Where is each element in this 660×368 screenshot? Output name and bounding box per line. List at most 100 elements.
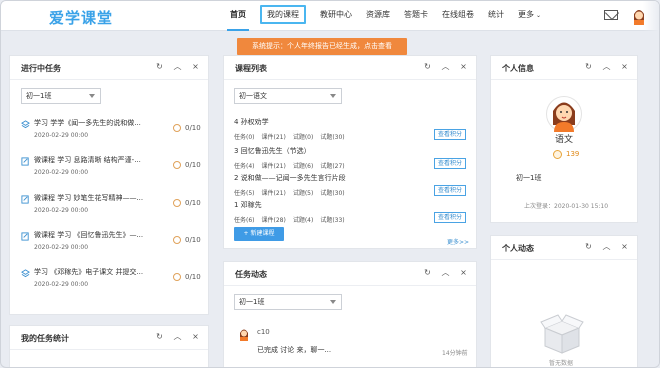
top-header: 爱学课堂 首页 我的课程 教研中心 资源库 答题卡 在线组卷 统计 更多 ⌄ bbox=[1, 1, 659, 31]
class-select[interactable]: 初一1班 bbox=[21, 88, 101, 104]
panel-controls: ↻ ︿ × bbox=[155, 332, 200, 342]
course-item[interactable]: 2 说和做——记闻一多先生言行片段 任务(5) 课件(21) 试题(5) 试题(30)… bbox=[234, 173, 466, 203]
task-date: 2020-02-29 00:00 bbox=[34, 207, 89, 214]
task-name: 学习 《邓稼先》电子课文 并提交... bbox=[34, 268, 144, 276]
stat-questions-2: 试题(33) bbox=[320, 217, 345, 224]
clock-icon bbox=[173, 124, 181, 132]
task-item[interactable]: 学习 学学《闻一多先生的说和做... 2020-02-29 00:00 0/10 bbox=[21, 117, 201, 145]
task-item[interactable]: 微课程 学习 妙笔生花写精神——... 2020-02-29 00:00 0/1… bbox=[21, 192, 201, 220]
stat-questions: 试题(6) bbox=[292, 163, 314, 170]
clock-icon bbox=[173, 236, 181, 244]
nav-item-resources[interactable]: 资源库 bbox=[359, 1, 397, 31]
refresh-icon[interactable]: ↻ bbox=[584, 242, 593, 252]
task-item[interactable]: 微课程 学习 《回忆鲁迅先生》—... 2020-02-29 00:00 0/1… bbox=[21, 229, 201, 257]
panel-header: 个人信息 ↻ ︿ × bbox=[491, 56, 637, 80]
panel-title: 任务动态 bbox=[235, 270, 267, 279]
view-points-button[interactable]: 查看积分 bbox=[434, 212, 466, 223]
close-icon[interactable]: × bbox=[620, 62, 629, 72]
dynamic-user-name: c10 bbox=[257, 328, 270, 336]
nav-item-more[interactable]: 更多 ⌄ bbox=[511, 1, 548, 31]
collapse-icon[interactable]: ︿ bbox=[441, 268, 450, 278]
refresh-icon[interactable]: ↻ bbox=[584, 62, 593, 72]
dynamics-class-select[interactable]: 初一1班 bbox=[234, 294, 342, 310]
task-date: 2020-02-29 00:00 bbox=[34, 244, 89, 251]
clock-icon bbox=[173, 161, 181, 169]
stat-tasks: 任务(0) bbox=[234, 134, 255, 141]
system-notice-banner[interactable]: 系统提示：个人年终报告已经生成，点击查看 bbox=[237, 38, 407, 55]
panel-title: 我的任务统计 bbox=[21, 334, 69, 343]
course-item[interactable]: 3 回忆鲁迅先生（节选） 任务(4) 课件(21) 试题(6) 试题(27) 查看积分 bbox=[234, 146, 466, 176]
course-name[interactable]: 2 说和做——记闻一多先生言行片段 bbox=[234, 173, 346, 183]
collapse-icon[interactable]: ︿ bbox=[602, 242, 611, 252]
collapse-icon[interactable]: ︿ bbox=[173, 332, 182, 342]
course-item[interactable]: 4 孙权劝学 任务(0) 课件(21) 试题(0) 试题(30) 查看积分 bbox=[234, 117, 466, 147]
stat-questions-2: 试题(30) bbox=[320, 190, 345, 197]
mail-icon[interactable] bbox=[604, 10, 618, 20]
profile-avatar[interactable] bbox=[546, 95, 582, 133]
collapse-icon[interactable]: ︿ bbox=[441, 62, 450, 72]
refresh-icon[interactable]: ↻ bbox=[423, 268, 432, 278]
new-course-button[interactable]: + 新建课程 bbox=[234, 227, 284, 241]
view-points-button[interactable]: 查看积分 bbox=[434, 185, 466, 196]
task-item[interactable]: 学习 《邓稼先》电子课文 并提交... 2020-02-29 00:00 0/1… bbox=[21, 266, 201, 294]
profile-points: 139 bbox=[566, 150, 580, 158]
dynamic-text[interactable]: 已完成 讨论 来，聊一... bbox=[257, 345, 331, 355]
course-item[interactable]: 1 邓稼先 任务(6) 课件(28) 试题(4) 试题(33) 查看积分 bbox=[234, 200, 466, 230]
task-date: 2020-02-29 00:00 bbox=[34, 281, 89, 288]
refresh-icon[interactable]: ↻ bbox=[155, 62, 164, 72]
panel-title: 个人信息 bbox=[502, 64, 534, 73]
panel-title: 个人动态 bbox=[502, 244, 534, 253]
task-date: 2020-02-29 00:00 bbox=[34, 132, 89, 139]
stat-tasks: 任务(5) bbox=[234, 190, 255, 197]
empty-state-text: 暂无数据 bbox=[549, 360, 574, 367]
task-count: 0/10 bbox=[185, 236, 201, 244]
nav-item-my-courses[interactable]: 我的课程 bbox=[253, 1, 313, 31]
chevron-down-icon bbox=[330, 94, 336, 98]
view-points-button[interactable]: 查看积分 bbox=[434, 158, 466, 169]
nav-item-home[interactable]: 首页 bbox=[223, 1, 253, 31]
stat-tasks: 任务(6) bbox=[234, 217, 255, 224]
panel-header: 进行中任务 ↻ ︿ × bbox=[10, 56, 208, 80]
main-nav: 首页 我的课程 教研中心 资源库 答题卡 在线组卷 统计 更多 ⌄ bbox=[223, 1, 548, 31]
panel-controls: ↻ ︿ × bbox=[584, 242, 629, 252]
nav-item-statistics[interactable]: 统计 bbox=[481, 1, 511, 31]
collapse-icon[interactable]: ︿ bbox=[173, 62, 182, 72]
collapse-icon[interactable]: ︿ bbox=[602, 62, 611, 72]
avatar bbox=[240, 329, 248, 341]
panel-header: 任务动态 ↻ ︿ × bbox=[224, 262, 476, 286]
task-name: 微课程 学习 息路清晰 结构严谨-... bbox=[34, 156, 141, 164]
refresh-icon[interactable]: ↻ bbox=[155, 332, 164, 342]
refresh-icon[interactable]: ↻ bbox=[423, 62, 432, 72]
close-icon[interactable]: × bbox=[191, 62, 200, 72]
close-icon[interactable]: × bbox=[620, 242, 629, 252]
panel-controls: ↻ ︿ × bbox=[423, 62, 468, 72]
task-name: 微课程 学习 《回忆鲁迅先生》—... bbox=[34, 231, 144, 239]
nav-item-answer-card[interactable]: 答题卡 bbox=[397, 1, 435, 31]
task-name: 学习 学学《闻一多先生的说和做... bbox=[34, 119, 141, 127]
close-icon[interactable]: × bbox=[459, 268, 468, 278]
course-subject-select[interactable]: 初一语文 bbox=[234, 88, 342, 104]
stat-courseware: 课件(21) bbox=[261, 163, 286, 170]
close-icon[interactable]: × bbox=[459, 62, 468, 72]
layers-icon bbox=[21, 269, 30, 278]
panel-header: 课程列表 ↻ ︿ × bbox=[224, 56, 476, 80]
class-select-value: 初一1班 bbox=[26, 92, 52, 100]
dynamics-class-value: 初一1班 bbox=[239, 298, 265, 306]
course-stats: 任务(0) 课件(21) 试题(0) 试题(30) bbox=[234, 132, 352, 141]
stat-tasks: 任务(4) bbox=[234, 163, 255, 170]
stat-courseware: 课件(21) bbox=[261, 190, 286, 197]
course-name[interactable]: 1 邓稼先 bbox=[234, 200, 262, 210]
view-points-button[interactable]: 查看积分 bbox=[434, 129, 466, 140]
nav-item-research-center[interactable]: 教研中心 bbox=[313, 1, 359, 31]
app-logo[interactable]: 爱学课堂 bbox=[49, 7, 113, 28]
task-item[interactable]: 微课程 学习 息路清晰 结构严谨-... 2020-02-29 00:00 0/… bbox=[21, 154, 201, 182]
nav-item-online-paper[interactable]: 在线组卷 bbox=[435, 1, 481, 31]
more-courses-link[interactable]: 更多>> bbox=[447, 237, 469, 246]
chevron-down-icon: ⌄ bbox=[536, 12, 542, 19]
stat-courseware: 课件(28) bbox=[261, 217, 286, 224]
doc-edit-icon bbox=[21, 195, 29, 204]
course-name[interactable]: 4 孙权劝学 bbox=[234, 117, 269, 127]
course-name[interactable]: 3 回忆鲁迅先生（节选） bbox=[234, 146, 311, 156]
profile-subject: 语文 bbox=[555, 135, 574, 145]
close-icon[interactable]: × bbox=[191, 332, 200, 342]
